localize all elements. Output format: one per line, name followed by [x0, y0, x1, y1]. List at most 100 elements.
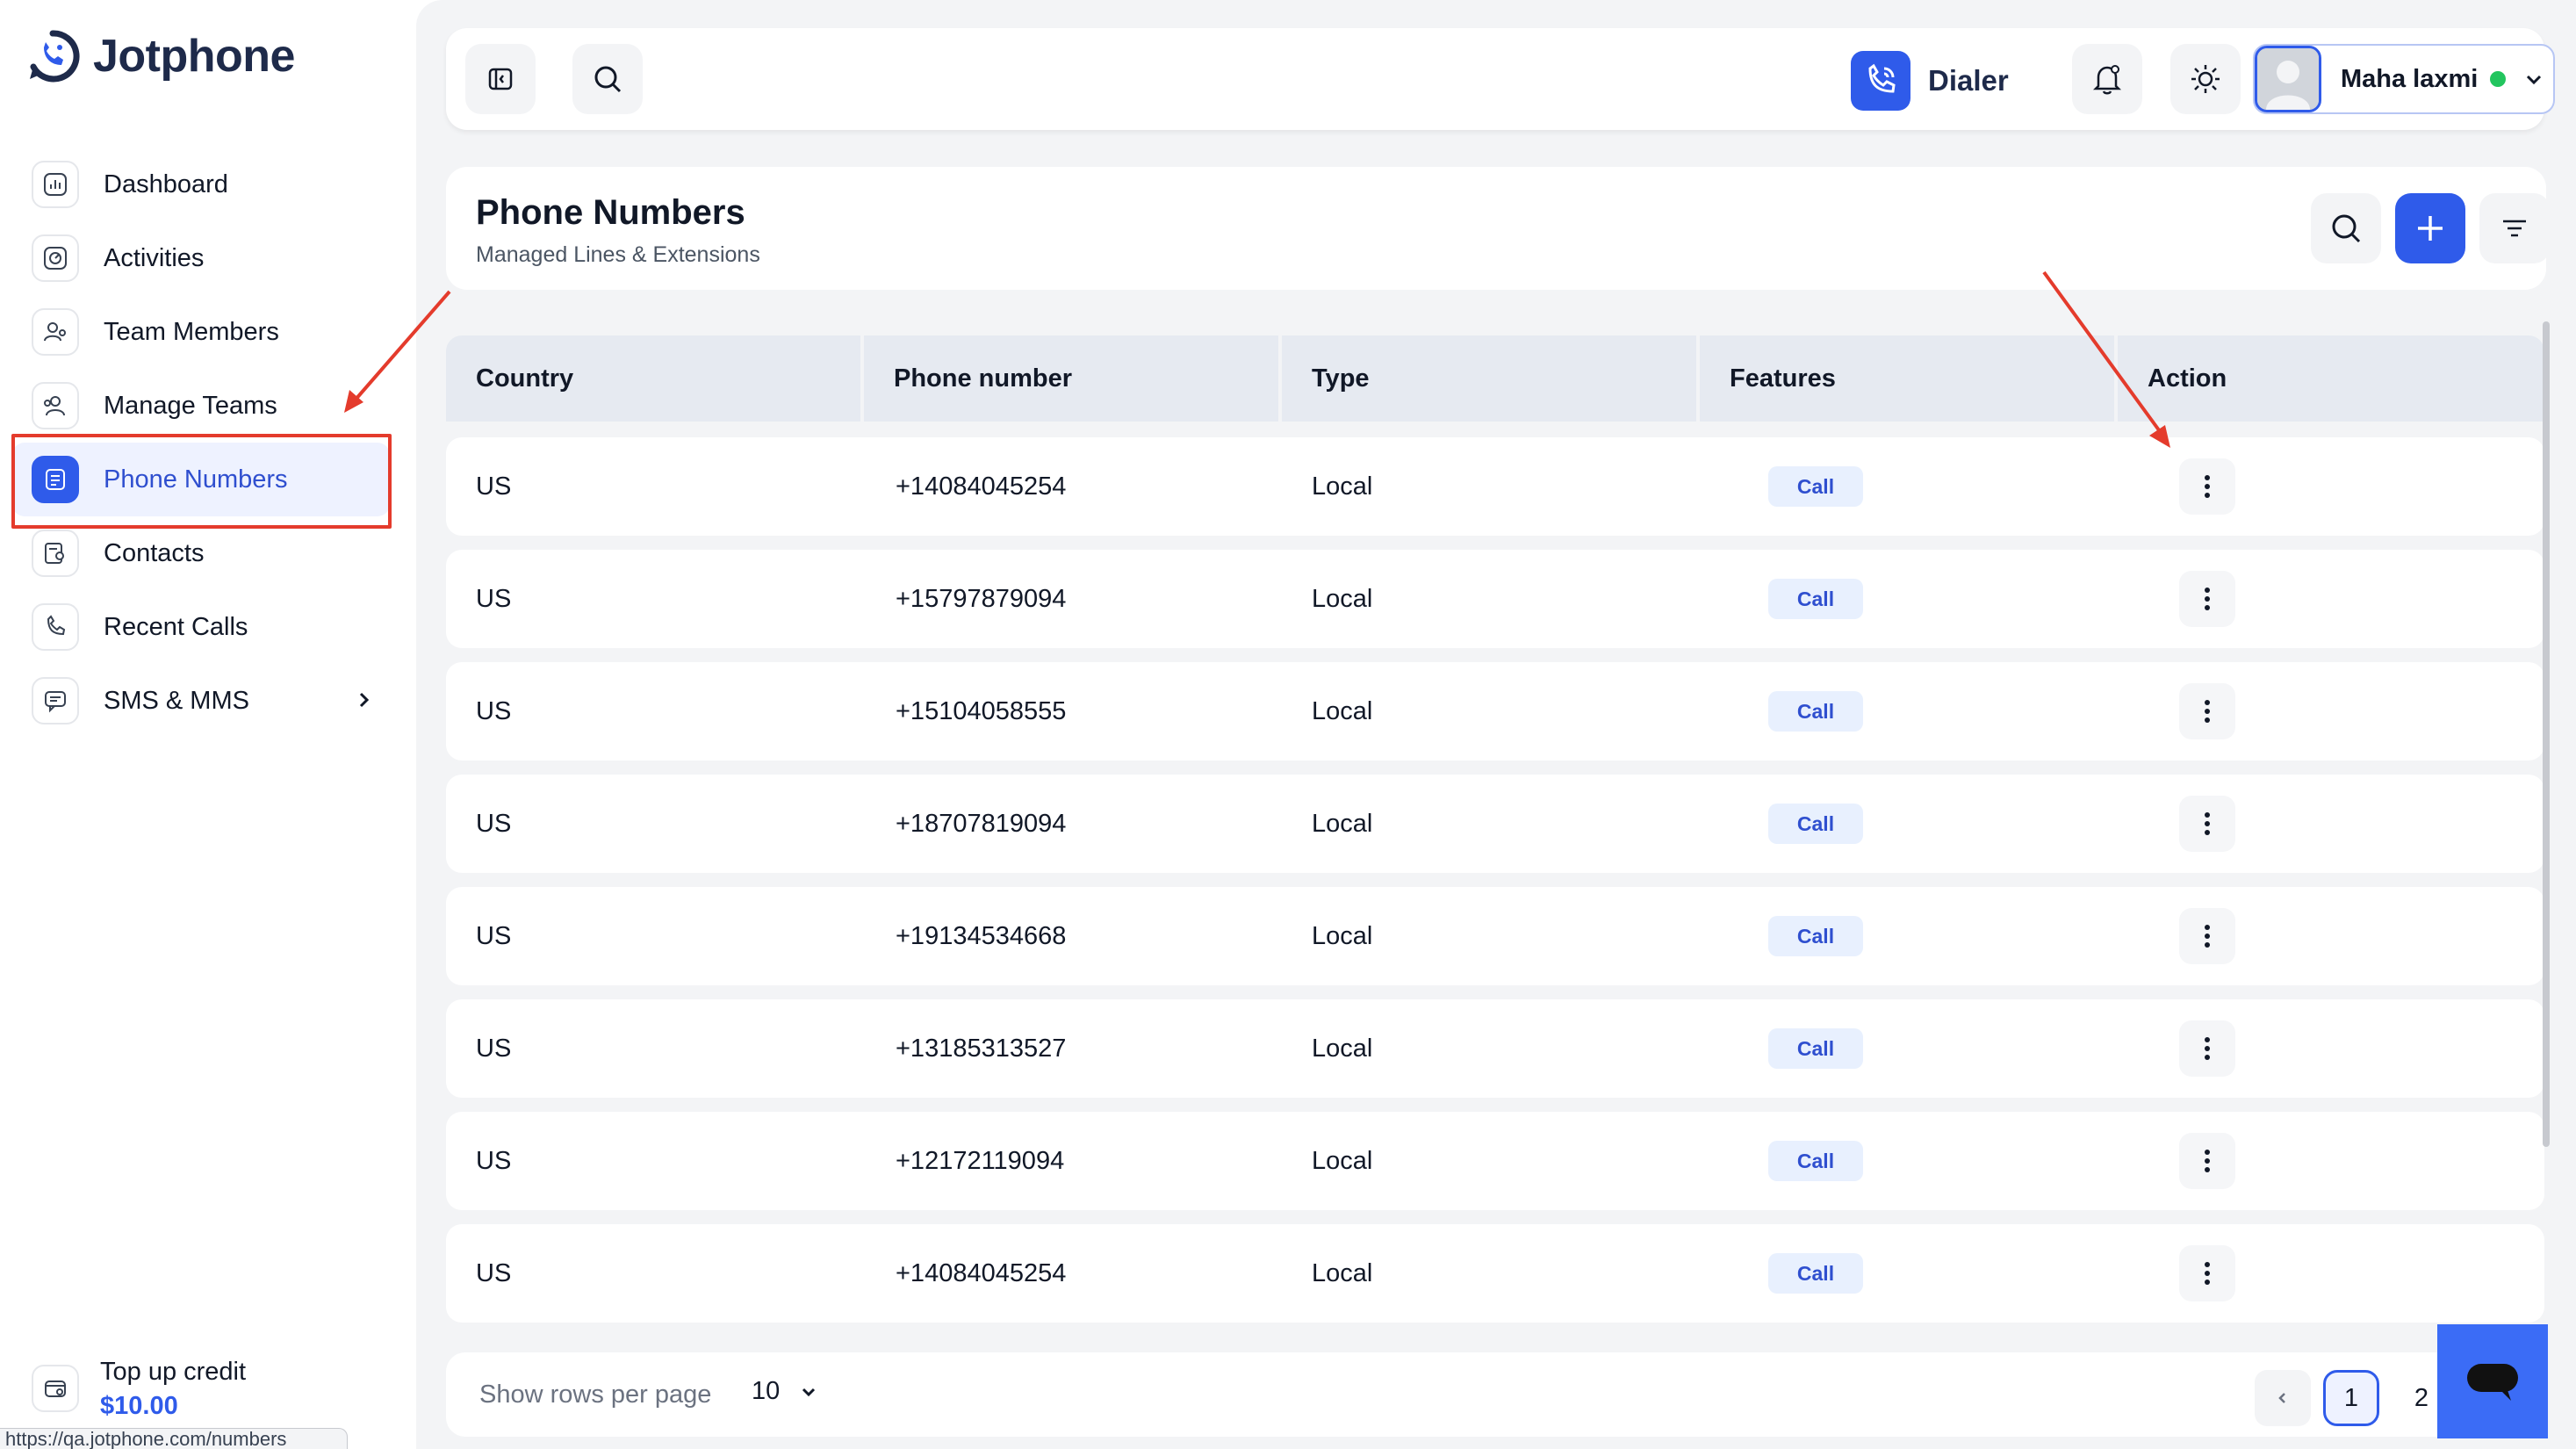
kebab-menu-icon: [2205, 475, 2210, 498]
table-row[interactable]: US +18707819094 Local Call: [446, 775, 2544, 873]
activity-icon: [32, 234, 79, 282]
table-row[interactable]: US +14084045254 Local Call: [446, 437, 2544, 536]
rows-per-page-value: 10: [752, 1377, 781, 1405]
topup-credit[interactable]: Top up credit $10.00: [32, 1358, 246, 1421]
row-action-menu-button[interactable]: [2179, 683, 2235, 739]
cell-phone-number: +18707819094: [896, 809, 1067, 838]
page-title: Phone Numbers: [476, 193, 745, 232]
dialer-label: Dialer: [1928, 64, 2009, 97]
row-action-menu-button[interactable]: [2179, 908, 2235, 964]
cell-type: Local: [1312, 1034, 1373, 1063]
jotphone-logo-icon: [30, 30, 80, 83]
row-action-menu-button[interactable]: [2179, 458, 2235, 515]
annotation-highlight-box: [11, 434, 392, 529]
table-row[interactable]: US +15104058555 Local Call: [446, 662, 2544, 761]
sidebar-item-label: Contacts: [104, 538, 205, 567]
contacts-icon: [32, 530, 79, 577]
wallet-icon: [32, 1365, 79, 1412]
sidebar-item-recent-calls[interactable]: Recent Calls: [12, 590, 390, 664]
table-scrollbar[interactable]: [2543, 321, 2550, 1147]
global-search-button[interactable]: [572, 44, 643, 114]
column-header-type[interactable]: Type: [1282, 335, 1696, 422]
cell-country: US: [476, 809, 512, 838]
collapse-sidebar-button[interactable]: [465, 44, 536, 114]
online-status-dot: [2490, 71, 2507, 87]
rows-per-page-select[interactable]: 10: [752, 1377, 818, 1406]
column-header-action: Action: [2118, 335, 2544, 422]
feature-badge-call: Call: [1768, 804, 1863, 844]
sidebar-item-manage-teams[interactable]: Manage Teams: [12, 369, 390, 443]
bell-icon: [2092, 65, 2122, 95]
row-action-menu-button[interactable]: [2179, 796, 2235, 852]
cell-phone-number: +15104058555: [896, 696, 1067, 725]
pagination-bar: Show rows per page 10 1 2: [446, 1352, 2546, 1437]
column-header-country[interactable]: Country: [446, 335, 860, 422]
cell-type: Local: [1312, 921, 1373, 950]
cell-country: US: [476, 921, 512, 950]
add-number-button[interactable]: [2395, 193, 2465, 263]
chat-bubble-icon: [2467, 1364, 2518, 1401]
feature-badge-call: Call: [1768, 1141, 1863, 1181]
row-action-menu-button[interactable]: [2179, 571, 2235, 627]
page-button-1[interactable]: 1: [2323, 1370, 2379, 1426]
topup-amount: $10.00: [100, 1392, 178, 1420]
user-name: Maha laxmi: [2341, 64, 2479, 93]
sidebar-toggle-icon: [488, 68, 513, 90]
kebab-menu-icon: [2205, 1262, 2210, 1285]
cell-type: Local: [1312, 1258, 1373, 1287]
rows-per-page-label: Show rows per page: [479, 1381, 712, 1409]
filter-button[interactable]: [2479, 193, 2550, 263]
plus-icon: [2418, 216, 2443, 241]
table-row[interactable]: US +14084045254 Local Call: [446, 1224, 2544, 1323]
sidebar-item-team-members[interactable]: Team Members: [12, 295, 390, 369]
search-numbers-button[interactable]: [2311, 193, 2381, 263]
logo[interactable]: Jotphone: [25, 28, 295, 84]
row-action-menu-button[interactable]: [2179, 1133, 2235, 1189]
table-header: Country Phone number Type Features Actio…: [446, 335, 2544, 422]
app-name: Jotphone: [93, 31, 295, 82]
chevron-down-icon: [2527, 75, 2542, 85]
chat-widget-button[interactable]: [2437, 1324, 2548, 1438]
row-action-menu-button[interactable]: [2179, 1020, 2235, 1077]
sidebar: Jotphone Dashboard Activities Team Membe…: [0, 0, 416, 1449]
cell-phone-number: +13185313527: [896, 1034, 1067, 1063]
dialer-phone-icon: [1851, 51, 1910, 111]
status-bar-url: https://qa.jotphone.com/numbers: [0, 1428, 348, 1449]
cell-phone-number: +19134534668: [896, 921, 1067, 950]
theme-toggle-button[interactable]: [2170, 44, 2241, 114]
sidebar-item-sms-mms[interactable]: SMS & MMS: [12, 664, 390, 738]
column-header-features[interactable]: Features: [1700, 335, 2114, 422]
cell-type: Local: [1312, 696, 1373, 725]
user-menu[interactable]: Maha laxmi: [2253, 44, 2555, 114]
avatar: [2255, 46, 2321, 112]
cell-country: US: [476, 696, 512, 725]
chevron-right-icon: [359, 692, 370, 708]
chevron-down-icon: [802, 1388, 816, 1396]
sidebar-item-label: Recent Calls: [104, 612, 248, 641]
top-bar: Dialer Maha laxmi: [446, 28, 2555, 130]
chevron-left-icon: [2278, 1393, 2285, 1403]
table-row[interactable]: US +15797879094 Local Call: [446, 550, 2544, 648]
cell-type: Local: [1312, 472, 1373, 501]
cell-phone-number: +12172119094: [896, 1146, 1065, 1175]
previous-page-button[interactable]: [2255, 1370, 2311, 1426]
feature-badge-call: Call: [1768, 691, 1863, 732]
user-group-icon: [32, 308, 79, 356]
sidebar-item-label: Activities: [104, 243, 205, 272]
table-row[interactable]: US +12172119094 Local Call: [446, 1112, 2544, 1210]
cell-country: US: [476, 1258, 512, 1287]
notifications-button[interactable]: [2072, 44, 2142, 114]
sidebar-item-activities[interactable]: Activities: [12, 221, 390, 295]
topup-title: Top up credit: [100, 1358, 247, 1386]
dialer-button[interactable]: Dialer: [1851, 46, 2009, 116]
column-header-phone-number[interactable]: Phone number: [864, 335, 1278, 422]
kebab-menu-icon: [2205, 812, 2210, 835]
row-action-menu-button[interactable]: [2179, 1245, 2235, 1301]
cell-type: Local: [1312, 809, 1373, 838]
cell-phone-number: +14084045254: [896, 1258, 1067, 1287]
sidebar-item-dashboard[interactable]: Dashboard: [12, 148, 390, 221]
recent-calls-icon: [32, 603, 79, 651]
table-row[interactable]: US +19134534668 Local Call: [446, 887, 2544, 985]
sidebar-item-label: Dashboard: [104, 169, 228, 198]
table-row[interactable]: US +13185313527 Local Call: [446, 999, 2544, 1098]
